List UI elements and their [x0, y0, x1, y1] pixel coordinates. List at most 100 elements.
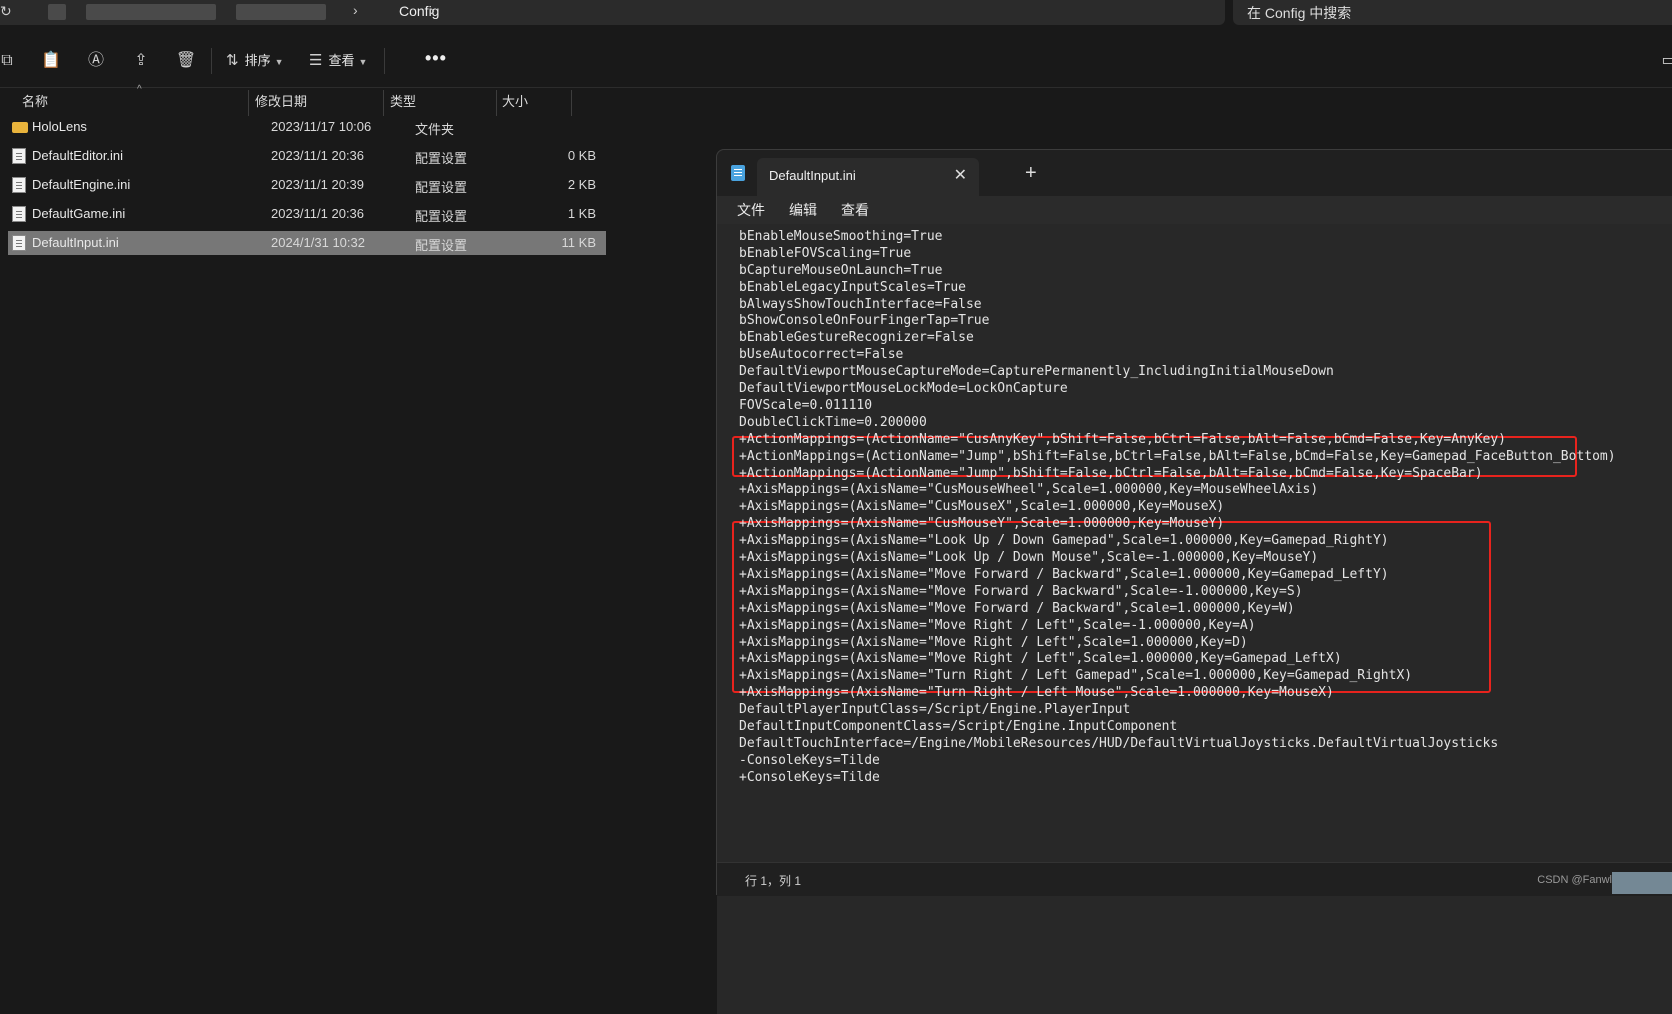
file-name: DefaultEditor.ini — [32, 148, 124, 163]
code-line: +AxisMappings=(AxisName="CusMouseX",Scal… — [739, 499, 1225, 515]
code-line: bEnableLegacyInputScales=True — [739, 279, 966, 295]
new-tab-button[interactable]: + — [1025, 162, 1037, 185]
folder-icon — [12, 122, 28, 133]
code-line: DefaultPlayerInputClass=/Script/Engine.P… — [739, 702, 1131, 718]
code-line: +AxisMappings=(AxisName="Move Forward / … — [739, 583, 1303, 599]
file-date: 2023/11/1 20:36 — [271, 148, 365, 163]
file-date: 2023/11/17 10:06 — [271, 119, 372, 134]
file-date: 2024/1/31 10:32 — [271, 235, 365, 250]
code-line: +ActionMappings=(ActionName="CusAnyKey",… — [739, 431, 1507, 447]
chevron-right-icon[interactable]: › — [430, 2, 435, 18]
file-row[interactable]: DefaultGame.ini 2023/11/1 20:36 配置设置 1 K… — [8, 202, 606, 226]
view-button[interactable]: ☰ 查看 ▼ — [309, 50, 367, 72]
file-row[interactable]: DefaultEngine.ini 2023/11/1 20:39 配置设置 2… — [8, 173, 606, 197]
code-line: +ConsoleKeys=Tilde — [739, 769, 880, 785]
code-line: +AxisMappings=(AxisName="Look Up / Down … — [739, 533, 1389, 549]
paste-icon[interactable]: 📋 — [40, 50, 62, 72]
sort-label: 排序 — [244, 53, 271, 68]
code-line: +AxisMappings=(AxisName="Move Right / Le… — [739, 634, 1248, 650]
file-type: 文件夹 — [415, 122, 455, 137]
notepad-tab[interactable]: DefaultInput.ini ✕ — [757, 158, 979, 196]
rename-icon[interactable]: Ⓐ — [85, 50, 107, 72]
status-bar: 行 1，列 1 — [717, 862, 1672, 896]
code-line: +ActionMappings=(ActionName="Jump",bShif… — [739, 448, 1616, 464]
menu-view[interactable]: 查看 — [841, 200, 869, 220]
file-row[interactable]: DefaultEditor.ini 2023/11/1 20:36 配置设置 0… — [8, 144, 606, 168]
ini-file-icon — [12, 235, 26, 251]
file-type: 配置设置 — [415, 238, 468, 253]
code-line: bEnableMouseSmoothing=True — [739, 228, 943, 244]
file-size: 2 KB — [567, 177, 596, 192]
sort-ascending-icon: ^ — [137, 84, 142, 95]
search-input[interactable]: 在 Config 中搜索 — [1233, 0, 1672, 25]
watermark-text: CSDN @Fanwl — [1537, 874, 1612, 886]
code-line: +AxisMappings=(AxisName="Move Right / Le… — [739, 651, 1342, 667]
file-size: 1 KB — [567, 206, 596, 221]
column-header-modified[interactable]: 修改日期 — [255, 90, 307, 116]
view-icon: ☰ — [309, 52, 323, 69]
file-size: 11 KB — [561, 235, 596, 250]
notepad-titlebar[interactable]: DefaultInput.ini ✕ + — [717, 150, 1672, 196]
file-name: HoloLens — [32, 119, 87, 134]
code-line: bAlwaysShowTouchInterface=False — [739, 296, 982, 312]
toolbar-divider — [211, 48, 212, 74]
file-row[interactable]: HoloLens 2023/11/17 10:06 文件夹 — [8, 115, 606, 139]
blurred-breadcrumb — [48, 4, 66, 20]
ini-file-icon — [12, 177, 26, 193]
column-divider[interactable] — [248, 90, 249, 116]
code-line: +AxisMappings=(AxisName="Turn Right / Le… — [739, 685, 1334, 701]
notepad-window: DefaultInput.ini ✕ + 文件 编辑 查看 bUseMouseF… — [716, 149, 1672, 1014]
menu-edit[interactable]: 编辑 — [789, 200, 817, 220]
file-row-selected[interactable]: DefaultInput.ini 2024/1/31 10:32 配置设置 11… — [8, 231, 606, 255]
details-pane-icon[interactable]: ▭ — [1658, 50, 1672, 72]
column-header-type[interactable]: 类型 — [390, 90, 416, 116]
code-line: -ConsoleKeys=Tilde — [739, 752, 880, 768]
chevron-down-icon: ▼ — [274, 57, 284, 67]
code-line: +AxisMappings=(AxisName="CusMouseY",Scal… — [739, 516, 1225, 532]
column-header-size[interactable]: 大小 — [502, 90, 528, 116]
column-header-name[interactable]: 名称 — [22, 90, 48, 116]
file-name: DefaultEngine.ini — [32, 177, 131, 192]
copy-icon[interactable]: ⧉ — [0, 50, 18, 72]
code-line: bUseAutocorrect=False — [739, 347, 904, 363]
code-line: bShowConsoleOnFourFingerTap=True — [739, 313, 990, 329]
code-line: +AxisMappings=(AxisName="Move Forward / … — [739, 566, 1389, 582]
file-type: 配置设置 — [415, 151, 468, 166]
code-line: DefaultViewportMouseLockMode=LockOnCaptu… — [739, 381, 1068, 396]
code-line: +ActionMappings=(ActionName="Jump",bShif… — [739, 465, 1483, 481]
ini-file-icon — [12, 148, 26, 164]
code-line: DoubleClickTime=0.200000 — [739, 414, 927, 430]
code-line: bEnableFOVScaling=True — [739, 245, 912, 261]
delete-icon[interactable]: 🗑 — [175, 50, 197, 72]
file-size: 0 KB — [567, 148, 596, 163]
code-line: bCaptureMouseOnLaunch=True — [739, 262, 943, 278]
address-bar[interactable]: ↻ › Config › — [0, 0, 1225, 25]
column-divider[interactable] — [383, 90, 384, 116]
tab-title: DefaultInput.ini — [769, 168, 856, 183]
file-name: DefaultGame.ini — [32, 206, 126, 221]
refresh-icon[interactable]: ↻ — [0, 3, 12, 20]
code-line: +AxisMappings=(AxisName="Move Forward / … — [739, 600, 1295, 616]
column-divider[interactable] — [496, 90, 497, 116]
notepad-app-icon — [731, 165, 745, 181]
code-line: +AxisMappings=(AxisName="Look Up / Down … — [739, 550, 1319, 565]
command-bar: ⧉ 📋 Ⓐ ⇪ 🗑 ⇅ 排序 ▼ ☰ 查看 ▼ ••• ▭ — [0, 40, 1672, 84]
file-type: 配置设置 — [415, 209, 468, 224]
more-options-button[interactable]: ••• — [425, 48, 447, 69]
blurred-breadcrumb — [236, 4, 326, 20]
close-icon[interactable]: ✕ — [954, 165, 967, 185]
column-divider[interactable] — [571, 90, 572, 116]
watermark-avatar — [1612, 872, 1672, 894]
search-placeholder: 在 Config 中搜索 — [1247, 5, 1352, 21]
share-icon[interactable]: ⇪ — [130, 50, 152, 72]
file-date: 2023/11/1 20:39 — [271, 177, 365, 192]
sort-icon: ⇅ — [226, 52, 239, 69]
file-date: 2023/11/1 20:36 — [271, 206, 365, 221]
ini-file-icon — [12, 206, 26, 222]
toolbar-divider-line — [0, 87, 1672, 88]
code-line: FOVScale=0.011110 — [739, 397, 873, 413]
sort-button[interactable]: ⇅ 排序 ▼ — [226, 50, 284, 72]
notepad-menubar: 文件 编辑 查看 — [717, 196, 1672, 224]
toolbar-divider — [384, 48, 385, 74]
menu-file[interactable]: 文件 — [737, 200, 765, 220]
